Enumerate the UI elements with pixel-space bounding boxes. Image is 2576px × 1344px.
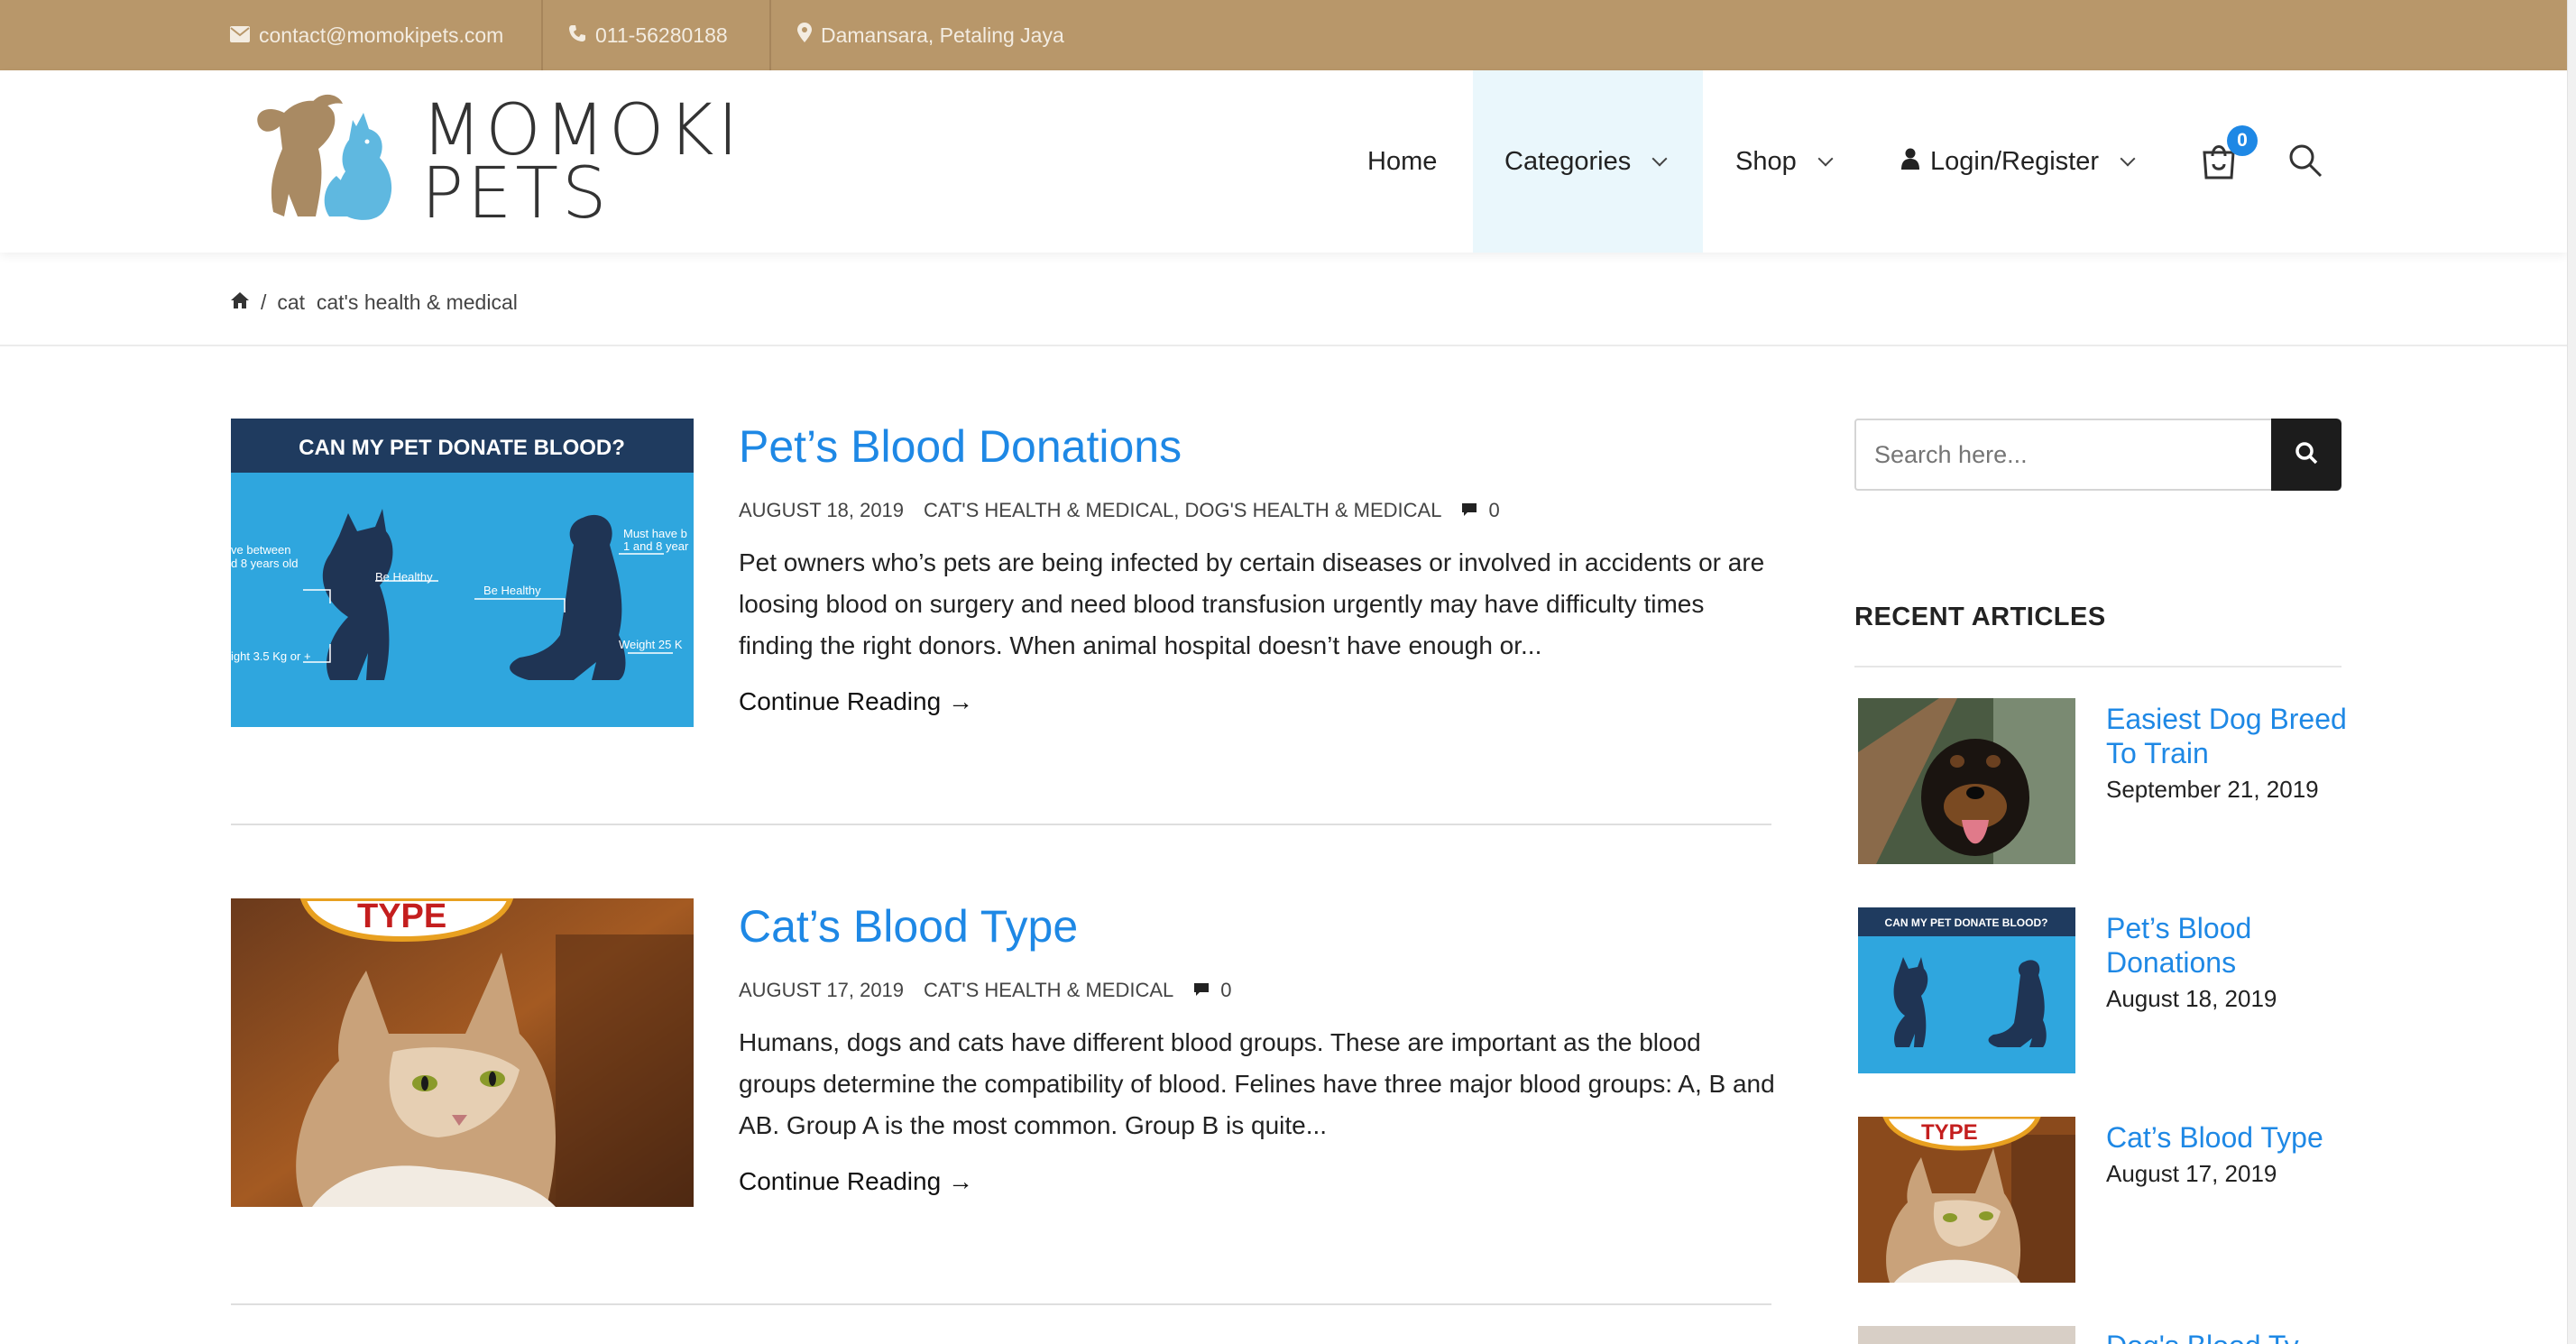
user-icon <box>1901 147 1919 177</box>
recent-article-thumbnail[interactable]: CAN MY PET DONATE BLOOD? <box>1858 907 2075 1073</box>
post-comments[interactable]: 0 <box>1461 499 1500 522</box>
nav-home-label: Home <box>1367 146 1438 176</box>
nav-shop[interactable]: Shop <box>1735 70 1834 253</box>
recent-article-title[interactable]: Easiest Dog Breed To Train <box>2106 702 2350 770</box>
post-title[interactable]: Cat’s Blood Type <box>739 900 1078 953</box>
comment-icon <box>1461 499 1477 522</box>
logo-pets-icon[interactable] <box>248 86 397 230</box>
recent-article-thumbnail[interactable] <box>1858 1326 2075 1344</box>
thumb-label-weight: Weight 25 K <box>619 638 683 651</box>
cart-count-badge[interactable]: 0 <box>2227 125 2258 156</box>
recent-article-thumbnail[interactable]: TYPE <box>1858 1117 2075 1283</box>
search-icon[interactable] <box>2287 143 2323 179</box>
thumb-sign-text: TYPE <box>357 898 446 935</box>
contact-email[interactable]: contact@momokipets.com <box>230 0 503 70</box>
post-excerpt: Pet owners who’s pets are being infected… <box>739 548 1765 659</box>
post-thumbnail[interactable]: TYPE <box>231 898 694 1207</box>
recent-article-title[interactable]: Cat’s Blood Type <box>2106 1120 2350 1155</box>
recent-article-date: August 18, 2019 <box>2106 985 2277 1012</box>
recent-article-date: August 17, 2019 <box>2106 1160 2277 1187</box>
page: contact@momokipets.com 011-56280188 Dama… <box>0 0 2567 1344</box>
email-text: contact@momokipets.com <box>259 23 504 47</box>
map-marker-icon <box>797 23 812 48</box>
sidebar-search <box>1854 419 2341 491</box>
post-comments[interactable]: 0 <box>1193 979 1232 1002</box>
logo-line-2: PETS <box>421 153 611 235</box>
breadcrumb-divider <box>0 345 2567 346</box>
post-meta: AUGUST 17, 2019 CAT'S HEALTH & MEDICAL 0 <box>739 979 1232 1002</box>
chevron-down-icon <box>1817 151 1834 167</box>
post-divider <box>231 824 1771 825</box>
nav-shop-label: Shop <box>1735 146 1797 176</box>
location-text: Damansara, Petaling Jaya <box>821 23 1064 47</box>
post-date[interactable]: AUGUST 17, 2019 <box>739 979 904 1002</box>
phone-icon <box>568 23 586 48</box>
comment-count: 0 <box>1220 979 1232 1001</box>
svg-text:d 8 years old: d 8 years old <box>231 557 298 570</box>
nav-categories-label: Categories <box>1504 146 1632 176</box>
home-icon[interactable] <box>230 290 250 315</box>
thumb-heading: CAN MY PET DONATE BLOOD? <box>299 436 625 460</box>
recent-article-thumbnail[interactable] <box>1858 698 2075 864</box>
recent-article-title[interactable]: Dog's Blood Ty <box>2106 1326 2350 1344</box>
phone-text: 011-56280188 <box>595 23 728 47</box>
topbar-divider <box>541 0 543 70</box>
contact-location[interactable]: Damansara, Petaling Jaya <box>797 0 1064 70</box>
recent-article-title[interactable]: Pet’s Blood Donations <box>2106 911 2350 980</box>
contact-phone[interactable]: 011-56280188 <box>568 0 728 70</box>
comment-count: 0 <box>1488 499 1500 521</box>
topbar-divider <box>769 0 771 70</box>
post-excerpt: Humans, dogs and cats have different blo… <box>739 1028 1775 1139</box>
nav-login[interactable]: Login/Register <box>1901 70 2136 253</box>
chevron-down-icon <box>1651 151 1668 167</box>
breadcrumb: / cat cat's health & medical <box>230 290 518 315</box>
comment-icon <box>1193 979 1210 1002</box>
continue-reading-link[interactable]: Continue Reading → <box>739 687 973 716</box>
recent-thumb-sign: TYPE <box>1921 1120 1978 1145</box>
logo-wordmark[interactable]: MOMOKI PETS <box>421 96 739 235</box>
page-scrollbar[interactable] <box>2567 0 2576 1344</box>
nav-login-label: Login/Register <box>1930 146 2099 176</box>
post-meta: AUGUST 18, 2019 CAT'S HEALTH & MEDICAL, … <box>739 499 1500 522</box>
chevron-down-icon <box>2120 151 2136 167</box>
post-thumbnail[interactable]: CAN MY PET DONATE BLOOD? ve between d 8 … <box>231 419 694 727</box>
envelope-icon <box>230 23 250 48</box>
nav-categories[interactable]: Categories <box>1473 70 1703 253</box>
post-title[interactable]: Pet’s Blood Donations <box>739 420 1182 473</box>
widget-divider <box>1854 666 2341 667</box>
svg-text:1 and 8 year: 1 and 8 year <box>623 539 689 553</box>
post-categories[interactable]: CAT'S HEALTH & MEDICAL <box>924 979 1173 1002</box>
post-date[interactable]: AUGUST 18, 2019 <box>739 499 904 522</box>
thumb-label-healthy: Be Healthy <box>483 584 541 597</box>
thumb-label-age: ve between <box>231 543 291 557</box>
breadcrumb-separator: / <box>261 290 267 314</box>
recent-article-date: September 21, 2019 <box>2106 776 2319 803</box>
nav-home[interactable]: Home <box>1367 70 1437 253</box>
search-icon <box>2295 441 2318 469</box>
recent-articles-title: RECENT ARTICLES <box>1854 603 2106 631</box>
continue-reading-link[interactable]: Continue Reading → <box>739 1167 973 1196</box>
breadcrumb-current: cat cat's health & medical <box>277 290 518 314</box>
thumb-label-must: Must have b <box>623 527 687 540</box>
post-divider <box>231 1303 1771 1305</box>
thumb-label-weight: ight 3.5 Kg or + <box>231 649 311 663</box>
top-contact-bar: contact@momokipets.com 011-56280188 Dama… <box>0 0 2567 70</box>
recent-thumb-heading: CAN MY PET DONATE BLOOD? <box>1885 916 2048 929</box>
search-input[interactable] <box>1874 420 2253 489</box>
search-button[interactable] <box>2271 419 2341 491</box>
thumb-label-healthy: Be Healthy <box>375 570 433 584</box>
post-categories[interactable]: CAT'S HEALTH & MEDICAL, DOG'S HEALTH & M… <box>924 499 1441 522</box>
